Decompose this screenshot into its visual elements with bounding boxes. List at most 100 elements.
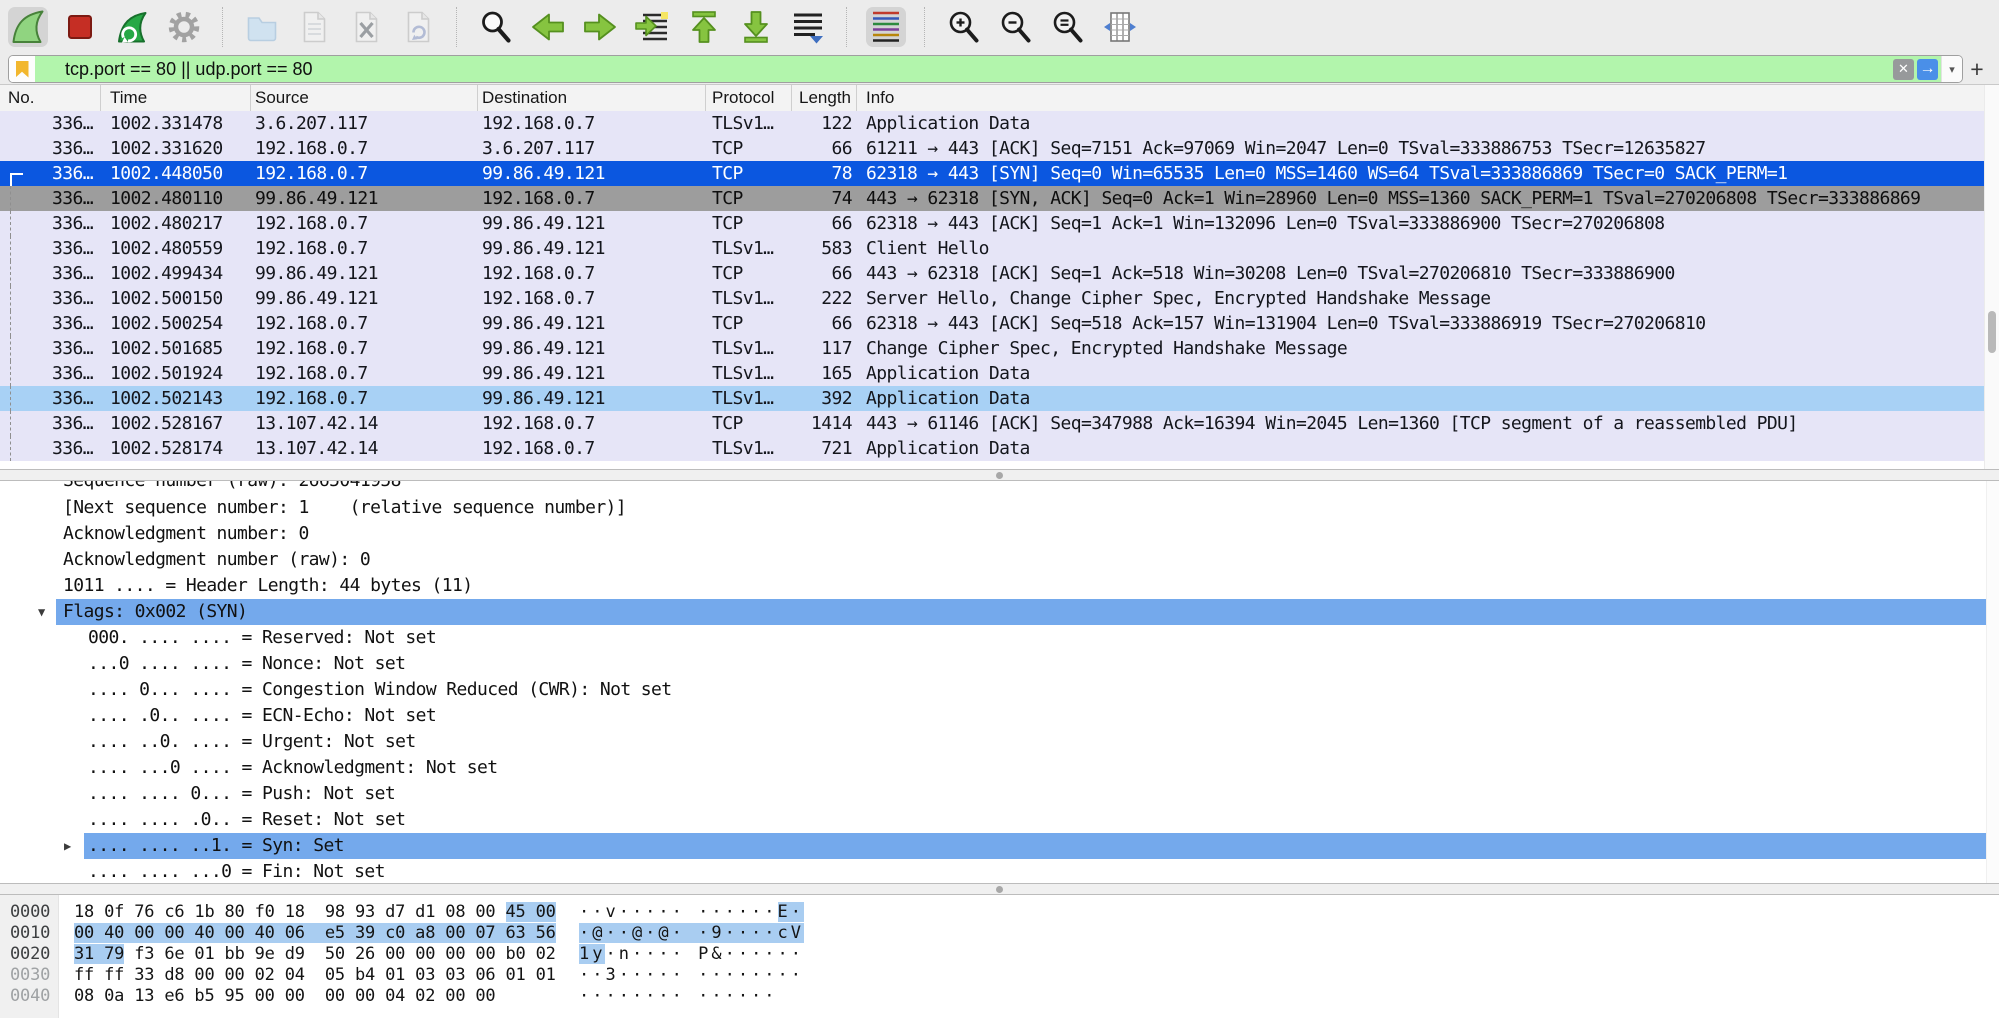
cell-time: 1002.500254 xyxy=(101,311,251,336)
column-header-length[interactable]: Length xyxy=(792,85,857,111)
pane-splitter-bottom[interactable] xyxy=(0,883,1999,895)
packet-row[interactable]: 336…1002.50015099.86.49.121192.168.0.7TL… xyxy=(0,286,1985,311)
detail-line[interactable]: .... .... .0.. = Reset: Not set xyxy=(0,807,1999,833)
hex-row[interactable]: 000018 0f 76 c6 1b 80 f0 18 98 93 d7 d1 … xyxy=(0,902,1999,923)
detail-line[interactable]: Sequence number (raw): 2665041958 xyxy=(0,481,1999,495)
filter-apply-button[interactable]: → xyxy=(1917,59,1938,80)
pane-splitter-top[interactable] xyxy=(0,469,1999,481)
splitter-handle-icon xyxy=(996,472,1003,479)
detail-line[interactable]: 1011 .... = Header Length: 44 bytes (11) xyxy=(0,573,1999,599)
filter-bookmark-button[interactable] xyxy=(9,56,35,82)
go-last-button[interactable] xyxy=(736,7,776,47)
cell-protocol: TCP xyxy=(706,261,792,286)
hex-row[interactable]: 002031 79 f3 6e 01 bb 9e d9 50 26 00 00 … xyxy=(0,944,1999,965)
cell-no: 336… xyxy=(0,436,101,461)
detail-line[interactable]: ▼Flags: 0x002 (SYN) xyxy=(0,599,1999,625)
detail-line[interactable]: .... ...0 .... = Acknowledgment: Not set xyxy=(0,755,1999,781)
detail-text: .... 0... .... = Congestion Window Reduc… xyxy=(0,677,672,703)
start-capture-button[interactable] xyxy=(8,7,48,47)
hex-rows: 000018 0f 76 c6 1b 80 f0 18 98 93 d7 d1 … xyxy=(0,895,1999,1007)
packet-row[interactable]: 336…1002.480217192.168.0.799.86.49.121TC… xyxy=(0,211,1985,236)
cell-source: 192.168.0.7 xyxy=(251,386,478,411)
column-header-time[interactable]: Time xyxy=(101,85,251,111)
cell-protocol: TLSv1… xyxy=(706,286,792,311)
resize-columns-button[interactable] xyxy=(1100,7,1140,47)
filter-dropdown-button[interactable]: ▾ xyxy=(1941,56,1962,82)
cell-no: 336… xyxy=(0,361,101,386)
column-header-source[interactable]: Source xyxy=(251,85,478,111)
filter-input[interactable] xyxy=(35,56,1893,82)
stop-capture-button[interactable] xyxy=(60,7,100,47)
packet-row[interactable]: 336…1002.52817413.107.42.14192.168.0.7TL… xyxy=(0,436,1985,461)
go-first-button[interactable] xyxy=(684,7,724,47)
packet-list-scrollbar-thumb[interactable] xyxy=(1988,311,1996,353)
column-header-destination[interactable]: Destination xyxy=(478,85,706,111)
packet-row[interactable]: 336…1002.48011099.86.49.121192.168.0.7TC… xyxy=(0,186,1985,211)
packet-row[interactable]: 336…1002.448050192.168.0.799.86.49.121TC… xyxy=(0,161,1985,186)
zoom-in-button[interactable] xyxy=(944,7,984,47)
zoom-reset-button[interactable] xyxy=(1048,7,1088,47)
packet-row[interactable]: 336…1002.501924192.168.0.799.86.49.121TL… xyxy=(0,361,1985,386)
stream-line-icon xyxy=(10,311,11,336)
go-forward-button[interactable] xyxy=(580,7,620,47)
stream-line-icon xyxy=(10,361,11,386)
stream-line-icon xyxy=(10,336,11,361)
filter-add-button[interactable]: + xyxy=(1963,55,1991,83)
detail-line[interactable]: .... .... 0... = Push: Not set xyxy=(0,781,1999,807)
detail-line[interactable]: Acknowledgment number (raw): 0 xyxy=(0,547,1999,573)
hex-row[interactable]: 0030ff ff 33 d8 00 00 02 04 05 b4 01 03 … xyxy=(0,965,1999,986)
detail-text: Acknowledgment number (raw): 0 xyxy=(0,547,370,573)
cell-destination: 99.86.49.121 xyxy=(478,361,706,386)
cell-no: 336… xyxy=(0,136,101,161)
detail-text: 000. .... .... = Reserved: Not set xyxy=(0,625,436,651)
detail-line[interactable]: 000. .... .... = Reserved: Not set xyxy=(0,625,1999,651)
packet-row[interactable]: 336…1002.3314783.6.207.117192.168.0.7TLS… xyxy=(0,111,1985,136)
packet-list-scrollbar[interactable] xyxy=(1984,85,1999,469)
zoom-out-button[interactable] xyxy=(996,7,1036,47)
cell-destination: 3.6.207.117 xyxy=(478,136,706,161)
detail-line[interactable]: ...0 .... .... = Nonce: Not set xyxy=(0,651,1999,677)
detail-line[interactable]: .... 0... .... = Congestion Window Reduc… xyxy=(0,677,1999,703)
display-filter-field[interactable]: ✕ → ▾ xyxy=(8,55,1963,83)
packet-row[interactable]: 336…1002.52816713.107.42.14192.168.0.7TC… xyxy=(0,411,1985,436)
detail-line[interactable]: .... .0.. .... = ECN-Echo: Not set xyxy=(0,703,1999,729)
column-header-no[interactable]: No. xyxy=(0,85,101,111)
restart-capture-button[interactable] xyxy=(112,7,152,47)
expander-closed-icon[interactable]: ▶ xyxy=(64,833,71,859)
packet-row[interactable]: 336…1002.502143192.168.0.799.86.49.121TL… xyxy=(0,386,1985,411)
bookmark-icon xyxy=(16,61,29,78)
expander-open-icon[interactable]: ▼ xyxy=(38,599,45,625)
detail-line[interactable]: Acknowledgment number: 0 xyxy=(0,521,1999,547)
details-scrollbar[interactable] xyxy=(1986,481,1999,883)
hex-row[interactable]: 004008 0a 13 e6 b5 95 00 00 00 00 04 02 … xyxy=(0,986,1999,1007)
capture-options-button[interactable] xyxy=(164,7,204,47)
start-capture-icon xyxy=(10,9,46,45)
detail-text: [Next sequence number: 1 (relative seque… xyxy=(0,495,626,521)
filter-clear-button[interactable]: ✕ xyxy=(1893,59,1914,80)
colorize-button[interactable] xyxy=(866,7,906,47)
detail-line[interactable]: .... ..0. .... = Urgent: Not set xyxy=(0,729,1999,755)
cell-source: 192.168.0.7 xyxy=(251,336,478,361)
packet-row[interactable]: 336…1002.501685192.168.0.799.86.49.121TL… xyxy=(0,336,1985,361)
hex-offset: 0040 xyxy=(0,986,58,1007)
cell-source: 13.107.42.14 xyxy=(251,436,478,461)
column-header-protocol[interactable]: Protocol xyxy=(706,85,792,111)
packet-row[interactable]: 336…1002.49943499.86.49.121192.168.0.7TC… xyxy=(0,261,1985,286)
cell-info: Change Cipher Spec, Encrypted Handshake … xyxy=(857,336,1985,361)
detail-line[interactable]: .... .... ...0 = Fin: Not set xyxy=(0,859,1999,883)
packet-row[interactable]: 336…1002.500254192.168.0.799.86.49.121TC… xyxy=(0,311,1985,336)
hex-row[interactable]: 001000 40 00 00 40 00 40 06 e5 39 c0 a8 … xyxy=(0,923,1999,944)
auto-scroll-icon xyxy=(790,9,826,45)
packet-row[interactable]: 336…1002.331620192.168.0.73.6.207.117TCP… xyxy=(0,136,1985,161)
find-packet-button[interactable] xyxy=(476,7,516,47)
auto-scroll-button[interactable] xyxy=(788,7,828,47)
go-back-button[interactable] xyxy=(528,7,568,47)
detail-line[interactable]: ▶.... .... ..1. = Syn: Set xyxy=(0,833,1999,859)
hex-bytes: 18 0f 76 c6 1b 80 f0 18 98 93 d7 d1 08 0… xyxy=(74,902,579,923)
go-to-packet-button[interactable] xyxy=(632,7,672,47)
detail-line[interactable]: [Next sequence number: 1 (relative seque… xyxy=(0,495,1999,521)
cell-info: 62318 → 443 [ACK] Seq=518 Ack=157 Win=13… xyxy=(857,311,1985,336)
toolbar-separator xyxy=(846,7,848,47)
packet-row[interactable]: 336…1002.480559192.168.0.799.86.49.121TL… xyxy=(0,236,1985,261)
column-header-info[interactable]: Info xyxy=(857,85,1999,111)
